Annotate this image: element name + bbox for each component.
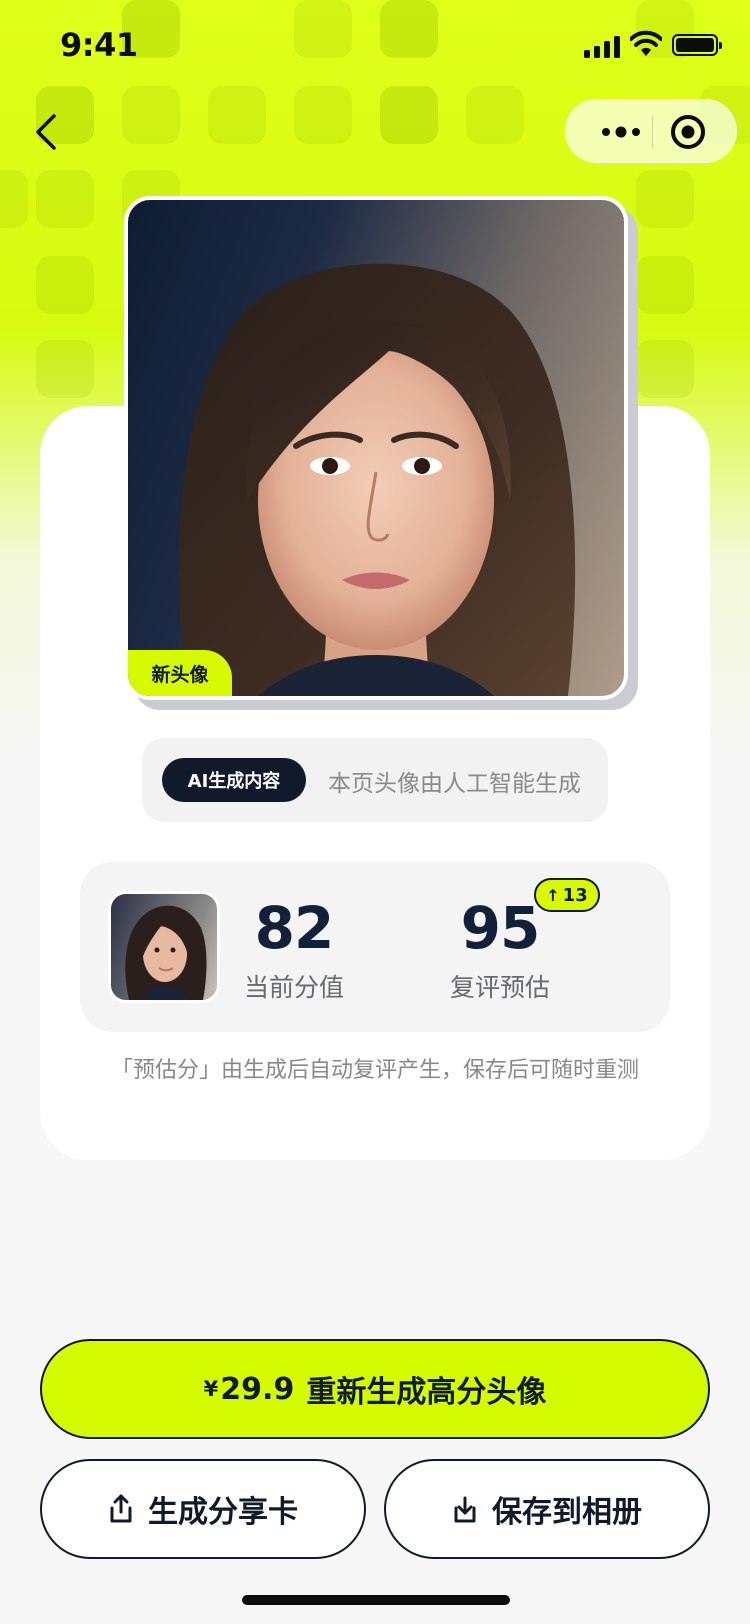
ai-generated-badge: AI生成内容 bbox=[162, 758, 306, 802]
share-card-label: 生成分享卡 bbox=[148, 1495, 298, 1530]
score-comparison: 82 当前分值 95 复评预估 ↑ 13 bbox=[80, 862, 670, 1032]
status-time: 9:41 bbox=[60, 26, 138, 64]
close-mini-program-button[interactable] bbox=[668, 112, 708, 152]
wifi-icon bbox=[629, 30, 663, 58]
back-icon bbox=[36, 114, 56, 150]
back-button[interactable] bbox=[30, 108, 70, 156]
original-portrait-illustration bbox=[125, 905, 207, 1000]
arrow-up-icon: ↑ bbox=[546, 885, 560, 905]
save-to-album-button[interactable]: 保存到相册 bbox=[384, 1459, 710, 1559]
share-icon bbox=[110, 1494, 132, 1523]
portrait-illustration bbox=[178, 263, 576, 696]
regenerate-label: 重新生成高分头像 bbox=[306, 1375, 547, 1410]
avatar-frame: 新头像 bbox=[124, 196, 628, 700]
home-indicator[interactable] bbox=[242, 1595, 510, 1605]
regenerate-button[interactable]: ¥ 29.9 重新生成高分头像 bbox=[40, 1339, 710, 1439]
ai-notice-text: 本页头像由人工智能生成 bbox=[328, 771, 581, 797]
status-bar: 9:41 bbox=[0, 0, 750, 90]
price-currency: ¥ bbox=[203, 1377, 219, 1401]
score-increase-value: 13 bbox=[562, 884, 588, 906]
ai-content-notice: AI生成内容 本页头像由人工智能生成 bbox=[142, 738, 608, 822]
download-icon bbox=[454, 1496, 476, 1523]
price-amount: 29.9 bbox=[220, 1371, 295, 1407]
new-avatar-tag: 新头像 bbox=[128, 650, 232, 696]
cellular-signal-icon bbox=[584, 36, 624, 58]
current-score-label: 当前分值 bbox=[243, 973, 344, 1002]
current-score: 82 当前分值 bbox=[204, 898, 384, 1004]
capsule-divider bbox=[652, 116, 653, 148]
mini-program-capsule bbox=[565, 99, 737, 163]
share-card-button[interactable]: 生成分享卡 bbox=[40, 1459, 366, 1559]
target-icon bbox=[671, 115, 705, 149]
current-score-value: 82 bbox=[254, 894, 335, 962]
save-to-album-label: 保存到相册 bbox=[492, 1495, 642, 1530]
generated-avatar[interactable]: 新头像 bbox=[124, 196, 638, 710]
more-icon bbox=[602, 126, 640, 138]
estimated-score-label: 复评预估 bbox=[449, 973, 550, 1002]
estimate-note: 「预估分」由生成后自动复评产生，保存后可随时重测 bbox=[110, 1058, 639, 1083]
score-increase-badge: ↑ 13 bbox=[534, 878, 600, 912]
battery-icon bbox=[672, 34, 722, 56]
estimated-score: 95 复评预估 bbox=[410, 898, 590, 1004]
more-button[interactable] bbox=[590, 118, 652, 146]
